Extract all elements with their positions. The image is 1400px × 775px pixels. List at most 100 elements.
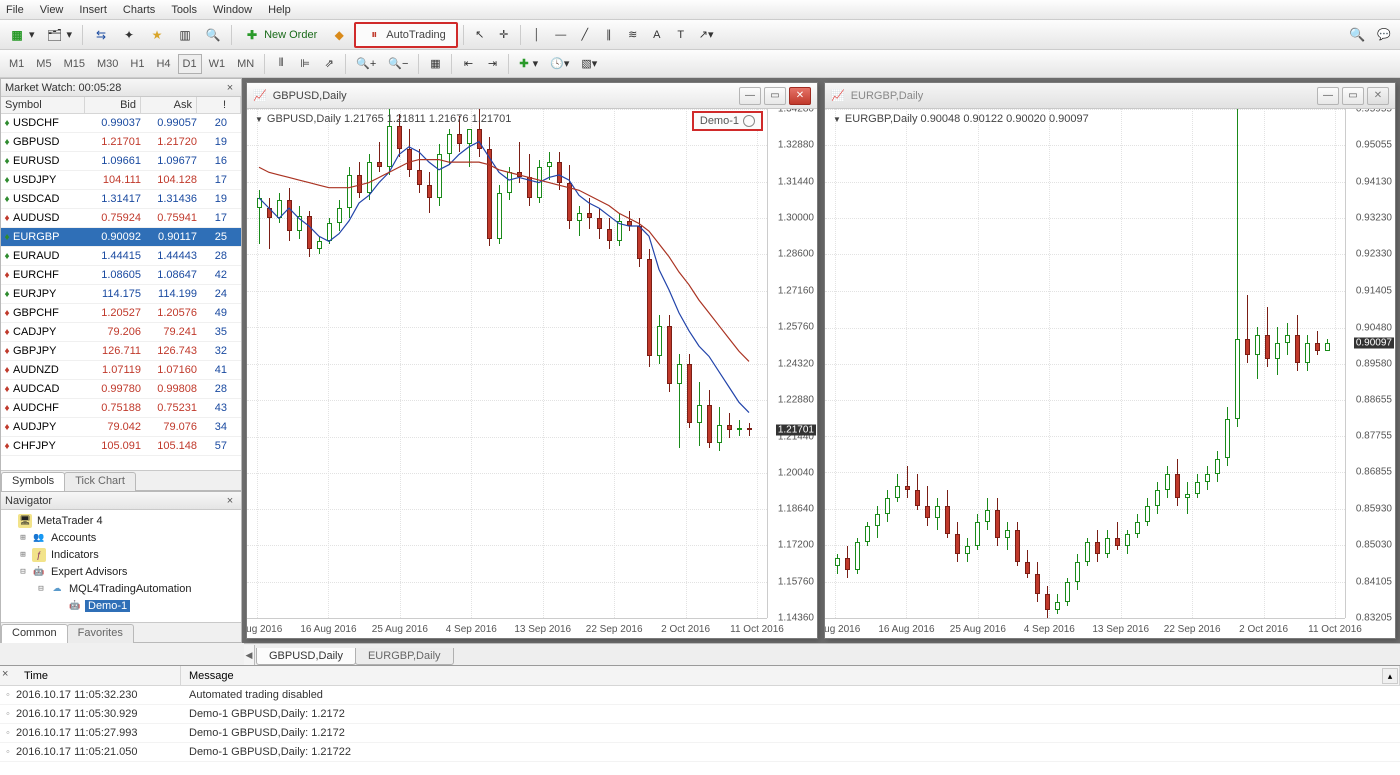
metaeditor-button[interactable]: ◆	[326, 24, 352, 46]
favorites-icon[interactable]: ★	[144, 24, 170, 46]
cursor-tool[interactable]: ↖	[469, 24, 491, 46]
timeframe-w1[interactable]: W1	[204, 54, 231, 74]
chart-icon: 📈	[253, 89, 267, 102]
chart-ohlc-info: ▼EURGBP,Daily 0.90048 0.90122 0.90020 0.…	[833, 113, 1089, 125]
timeframe-d1[interactable]: D1	[178, 54, 202, 74]
strategy-tester-toggle[interactable]: 🔍	[200, 24, 226, 46]
symbol-row-usdjpy[interactable]: ♦USDJPY104.111104.12817	[1, 171, 241, 190]
data-window-toggle[interactable]: ▥	[172, 24, 198, 46]
scroll-up-icon[interactable]: ▴	[1382, 668, 1398, 684]
symbol-row-audchf[interactable]: ♦AUDCHF0.751880.7523143	[1, 399, 241, 418]
minimize-button[interactable]: —	[739, 87, 761, 105]
tree-folder[interactable]: ⊟☁MQL4TradingAutomation	[3, 580, 239, 597]
tab-favorites[interactable]: Favorites	[67, 624, 134, 643]
navigator-title: Navigator ×	[1, 492, 241, 510]
symbol-row-audcad[interactable]: ♦AUDCAD0.997800.9980828	[1, 380, 241, 399]
tile-windows-icon[interactable]: ▦	[424, 53, 446, 75]
close-button[interactable]: ✕	[789, 87, 811, 105]
timeframe-m5[interactable]: M5	[31, 54, 56, 74]
symbol-row-gbpchf[interactable]: ♦GBPCHF1.205271.2057649	[1, 304, 241, 323]
chat-icon[interactable]: 💬	[1372, 24, 1396, 46]
templates-menu[interactable]: ▧▾	[576, 53, 602, 75]
symbol-row-usdcad[interactable]: ♦USDCAD1.314171.3143619	[1, 190, 241, 209]
profiles-button[interactable]: 🗂▾	[42, 24, 78, 46]
arrows-tool[interactable]: ↗▾	[694, 24, 719, 46]
trendline-tool[interactable]: ╱	[574, 24, 596, 46]
shift-chart-icon[interactable]: ⇤	[457, 53, 479, 75]
chart-tabs-bar: ◀ GBPUSD,Daily EURGBP,Daily	[244, 643, 1400, 665]
tab-tick-chart[interactable]: Tick Chart	[64, 472, 136, 491]
line-chart-icon[interactable]: ⇗	[318, 53, 340, 75]
tabs-scroll-left[interactable]: ◀	[244, 645, 255, 665]
close-button[interactable]: ✕	[1367, 87, 1389, 105]
menu-file[interactable]: File	[6, 4, 24, 16]
zoom-out-icon[interactable]: 🔍−	[383, 53, 413, 75]
symbol-row-gbpjpy[interactable]: ♦GBPJPY126.711126.74332	[1, 342, 241, 361]
search-icon[interactable]: 🔍	[1344, 24, 1370, 46]
menu-view[interactable]: View	[40, 4, 64, 16]
symbol-row-audusd[interactable]: ♦AUDUSD0.759240.7594117	[1, 209, 241, 228]
log-row[interactable]: ◦2016.10.17 11:05:30.929Demo-1 GBPUSD,Da…	[0, 705, 1400, 724]
symbol-row-eurgbp[interactable]: ♦EURGBP0.900920.9011725	[1, 228, 241, 247]
menu-window[interactable]: Window	[213, 4, 252, 16]
tree-ea-demo1[interactable]: 🤖Demo-1	[3, 597, 239, 614]
text-label-tool[interactable]: T	[670, 24, 692, 46]
horizontal-line-tool[interactable]: —	[550, 24, 572, 46]
symbol-row-cadjpy[interactable]: ♦CADJPY79.20679.24135	[1, 323, 241, 342]
timeframe-m15[interactable]: M15	[59, 54, 90, 74]
marketwatch-toggle[interactable]: ⇆	[88, 24, 114, 46]
close-icon[interactable]: ×	[223, 494, 237, 508]
periodicity-menu[interactable]: 🕓▾	[545, 53, 574, 75]
timeframe-h1[interactable]: H1	[125, 54, 149, 74]
new-order-button[interactable]: ✚New Order	[237, 24, 324, 46]
chart-tab-gbpusd[interactable]: GBPUSD,Daily	[256, 648, 356, 665]
indicators-menu[interactable]: ✚▾	[514, 53, 543, 75]
vertical-line-tool[interactable]: │	[526, 24, 548, 46]
maximize-button[interactable]: ▭	[1342, 87, 1364, 105]
symbol-row-eurchf[interactable]: ♦EURCHF1.086051.0864742	[1, 266, 241, 285]
symbol-row-euraud[interactable]: ♦EURAUD1.444151.4444328	[1, 247, 241, 266]
log-row[interactable]: ◦2016.10.17 11:05:21.050Demo-1 GBPUSD,Da…	[0, 743, 1400, 762]
symbol-row-gbpusd[interactable]: ♦GBPUSD1.217011.2172019	[1, 133, 241, 152]
chart-workspace: 📈 GBPUSD,Daily — ▭ ✕ 1.342801.328801.314…	[242, 78, 1400, 643]
text-tool[interactable]: A	[646, 24, 668, 46]
symbol-row-eurusd[interactable]: ♦EURUSD1.096611.0967716	[1, 152, 241, 171]
tree-expert-advisors[interactable]: ⊟🤖Expert Advisors	[3, 563, 239, 580]
autotrading-button[interactable]: ⏸AutoTrading	[354, 22, 458, 48]
minimize-button[interactable]: —	[1317, 87, 1339, 105]
tree-accounts[interactable]: ⊞👥Accounts	[3, 529, 239, 546]
crosshair-tool[interactable]: ✛	[493, 24, 515, 46]
symbol-row-eurjpy[interactable]: ♦EURJPY114.175114.19924	[1, 285, 241, 304]
tab-symbols[interactable]: Symbols	[1, 472, 65, 491]
timeframe-m30[interactable]: M30	[92, 54, 123, 74]
chart-tab-eurgbp[interactable]: EURGBP,Daily	[355, 648, 454, 665]
new-chart-button[interactable]: ▦▾	[4, 24, 40, 46]
tree-root[interactable]: 🖥MetaTrader 4	[3, 512, 239, 529]
symbol-row-audjpy[interactable]: ♦AUDJPY79.04279.07634	[1, 418, 241, 437]
tab-common[interactable]: Common	[1, 624, 68, 643]
log-row[interactable]: ◦2016.10.17 11:05:27.993Demo-1 GBPUSD,Da…	[0, 724, 1400, 743]
fibonacci-tool[interactable]: ≋	[622, 24, 644, 46]
close-icon[interactable]: ×	[223, 81, 237, 95]
log-row[interactable]: ◦2016.10.17 11:05:32.230Automated tradin…	[0, 686, 1400, 705]
maximize-button[interactable]: ▭	[764, 87, 786, 105]
menu-insert[interactable]: Insert	[79, 4, 107, 16]
channel-tool[interactable]: ∥	[598, 24, 620, 46]
tree-indicators[interactable]: ⊞ƒIndicators	[3, 546, 239, 563]
menu-charts[interactable]: Charts	[123, 4, 155, 16]
menu-help[interactable]: Help	[268, 4, 291, 16]
symbol-row-chfjpy[interactable]: ♦CHFJPY105.091105.14857	[1, 437, 241, 456]
timeframe-h4[interactable]: H4	[151, 54, 175, 74]
menu-tools[interactable]: Tools	[171, 4, 197, 16]
zoom-in-icon[interactable]: 🔍+	[351, 53, 381, 75]
timeframe-mn[interactable]: MN	[232, 54, 259, 74]
expert-advisor-badge[interactable]: Demo-1	[692, 111, 763, 131]
bar-chart-icon[interactable]: ⦀	[270, 53, 292, 75]
symbol-row-audnzd[interactable]: ♦AUDNZD1.071191.0716041	[1, 361, 241, 380]
symbol-row-usdchf[interactable]: ♦USDCHF0.990370.9905720	[1, 114, 241, 133]
autoscroll-icon[interactable]: ⇥	[481, 53, 503, 75]
close-icon[interactable]: ×	[2, 668, 14, 680]
navigator-toggle[interactable]: ✦	[116, 24, 142, 46]
timeframe-m1[interactable]: M1	[4, 54, 29, 74]
candle-chart-icon[interactable]: ⊫	[294, 53, 316, 75]
